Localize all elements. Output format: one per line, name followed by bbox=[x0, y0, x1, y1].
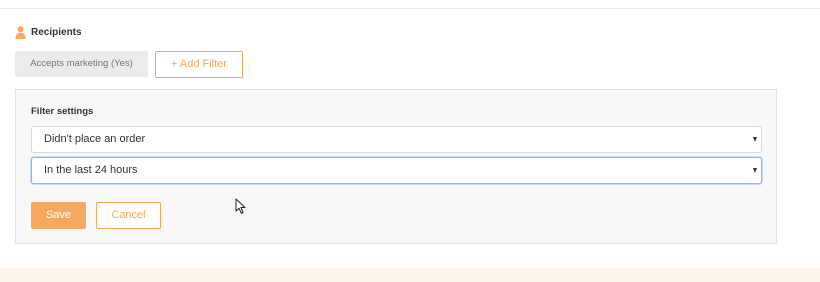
bottom-band bbox=[0, 268, 820, 282]
cancel-button[interactable]: Cancel bbox=[96, 202, 161, 229]
accepts-marketing-filter-chip[interactable]: Accepts marketing (Yes) bbox=[15, 51, 148, 77]
caret-down-icon bbox=[753, 137, 757, 142]
filter-settings-title: Filter settings bbox=[31, 106, 94, 117]
recipients-label: Recipients bbox=[31, 26, 82, 38]
person-icon bbox=[15, 25, 26, 39]
order-condition-select[interactable]: Didn't place an order bbox=[31, 126, 762, 153]
order-condition-value: Didn't place an order bbox=[44, 133, 146, 145]
recipients-heading: Recipients bbox=[15, 25, 82, 39]
time-range-select[interactable]: In the last 24 hours bbox=[31, 157, 762, 184]
save-button[interactable]: Save bbox=[31, 202, 86, 229]
top-divider bbox=[0, 8, 820, 9]
caret-down-icon bbox=[753, 168, 757, 173]
time-range-value: In the last 24 hours bbox=[44, 164, 138, 176]
filter-settings-panel: Filter settings Didn't place an order In… bbox=[15, 89, 777, 244]
mouse-pointer-icon bbox=[235, 198, 247, 215]
add-filter-button[interactable]: + Add Filter bbox=[155, 51, 243, 78]
